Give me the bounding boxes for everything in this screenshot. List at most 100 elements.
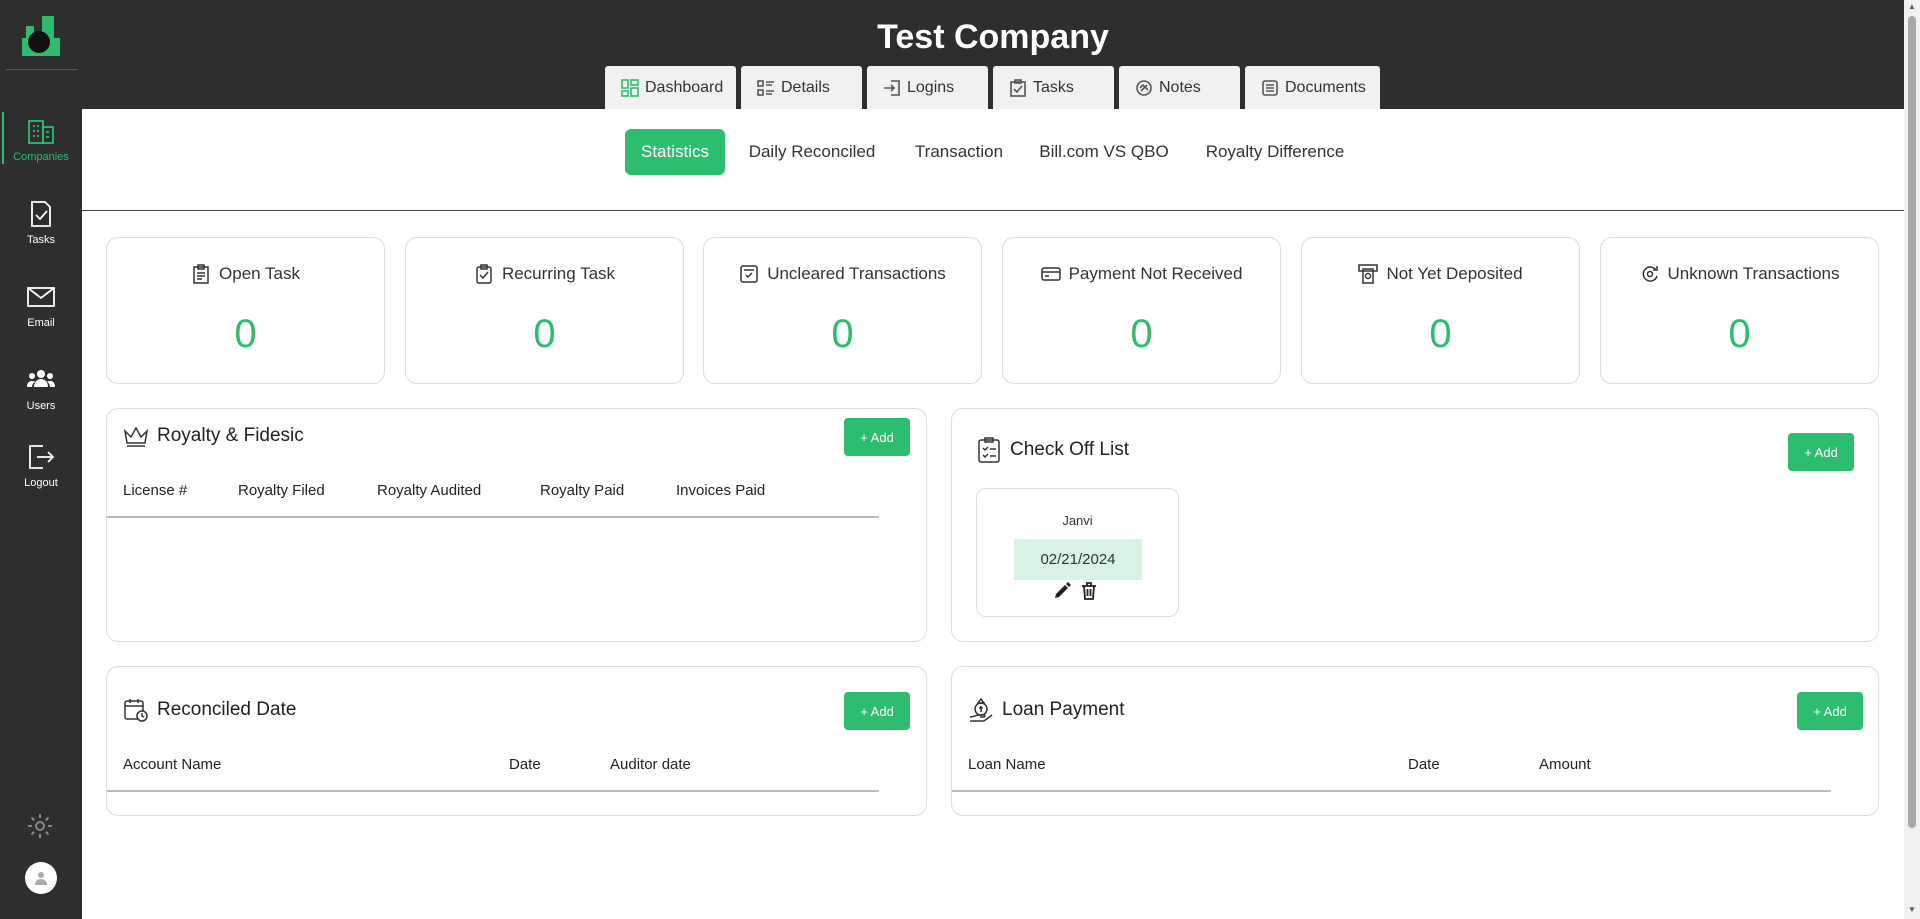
- add-reconciled-button[interactable]: + Add: [844, 692, 910, 730]
- sidebar-item-logout[interactable]: Logout: [0, 438, 82, 500]
- stat-value: 0: [1130, 312, 1153, 356]
- section-divider: [82, 210, 1904, 211]
- scroll-up-icon[interactable]: ▲: [1908, 3, 1916, 11]
- loan-panel: Loan Payment + Add Loan Name Date Amount: [951, 666, 1879, 816]
- column-header: Amount: [1539, 756, 1591, 773]
- company-logo-icon[interactable]: [20, 14, 62, 58]
- tab-label: Details: [781, 78, 830, 96]
- stat-card-payment-not-received[interactable]: Payment Not Received 0: [1002, 237, 1281, 384]
- sidebar-item-tasks[interactable]: Tasks: [0, 195, 82, 257]
- add-checkoff-button[interactable]: + Add: [1788, 433, 1854, 471]
- subtab-transaction[interactable]: Transaction: [904, 129, 1014, 175]
- stat-card-open-task[interactable]: Open Task 0: [106, 237, 385, 384]
- tab-tasks[interactable]: Tasks: [993, 66, 1114, 109]
- logout-icon: [29, 445, 55, 469]
- column-header: Royalty Paid: [540, 482, 625, 499]
- sidebar-item-users[interactable]: Users: [0, 361, 82, 423]
- stat-value: 0: [533, 312, 556, 356]
- stat-card-recurring-task[interactable]: Recurring Task 0: [405, 237, 684, 384]
- stat-card-unknown-transactions[interactable]: Unknown Transactions 0: [1600, 237, 1879, 384]
- stat-title: Uncleared Transactions: [767, 264, 946, 283]
- column-header: Date: [1408, 756, 1440, 773]
- panel-title: Reconciled Date: [157, 699, 297, 720]
- tab-notes[interactable]: Notes: [1119, 66, 1240, 109]
- sidebar-divider: [6, 69, 78, 70]
- sidebar-item-label: Tasks: [26, 234, 56, 246]
- stat-title: Not Yet Deposited: [1386, 264, 1523, 283]
- tab-label: Dashboard: [645, 78, 724, 96]
- panel-title: Loan Payment: [1002, 699, 1125, 720]
- sidebar-item-label: Email: [27, 317, 55, 329]
- tab-documents[interactable]: Documents: [1245, 66, 1380, 109]
- clipboard-icon: [193, 264, 209, 284]
- checklist-icon: [978, 437, 1000, 463]
- tab-logins[interactable]: Logins: [867, 66, 988, 109]
- royalty-panel: Royalty & Fidesic + Add License # Royalt…: [106, 408, 927, 642]
- stat-value: 0: [1728, 312, 1751, 356]
- column-header: Loan Name: [968, 756, 1046, 773]
- column-header: Royalty Audited: [377, 482, 482, 499]
- scroll-thumb[interactable]: [1908, 16, 1916, 828]
- buildings-icon: [28, 120, 54, 144]
- sidebar-item-label: Users: [26, 400, 56, 412]
- header: Test Company Dashboard Details Logins Ta…: [82, 0, 1904, 109]
- column-header: License #: [123, 482, 188, 499]
- table-divider: [107, 790, 879, 792]
- crown-icon: [123, 426, 149, 447]
- gear-icon[interactable]: [26, 812, 54, 840]
- subtab-royalty-difference[interactable]: Royalty Difference: [1194, 129, 1356, 175]
- list-check-icon: [740, 265, 758, 283]
- column-header: Account Name: [123, 756, 222, 773]
- tab-label: Logins: [907, 78, 955, 96]
- add-loan-button[interactable]: + Add: [1797, 692, 1863, 730]
- clipboard-check-icon: [476, 264, 492, 284]
- panel-title: Check Off List: [1010, 439, 1129, 460]
- checkoff-date: 02/21/2024: [1014, 539, 1142, 580]
- sidebar: Companies Tasks Email Users Logout: [0, 0, 82, 919]
- details-list-icon: [757, 79, 774, 96]
- column-header: Date: [509, 756, 541, 773]
- stat-title: Open Task: [219, 264, 300, 283]
- documents-icon: [1262, 79, 1278, 96]
- stat-card-uncleared-transactions[interactable]: Uncleared Transactions 0: [703, 237, 982, 384]
- subtab-statistics[interactable]: Statistics: [625, 129, 725, 175]
- panel-title: Royalty & Fidesic: [157, 425, 304, 446]
- dashboard-icon: [621, 78, 639, 97]
- reconciled-panel: Reconciled Date + Add Account Name Date …: [106, 666, 927, 816]
- task-icon: [31, 201, 51, 227]
- stat-card-not-yet-deposited[interactable]: Not Yet Deposited 0: [1301, 237, 1580, 384]
- stat-title: Unknown Transactions: [1667, 264, 1840, 283]
- clipboard-check-icon: [1010, 78, 1026, 97]
- user-avatar-icon: [35, 872, 47, 885]
- scroll-down-icon[interactable]: ▼: [1908, 906, 1916, 914]
- calendar-clock-icon: [124, 699, 148, 722]
- money-hand-icon: [969, 697, 993, 722]
- column-header: Royalty Filed: [238, 482, 325, 499]
- tab-details[interactable]: Details: [741, 66, 862, 109]
- users-icon: [27, 370, 55, 387]
- sidebar-item-label: Companies: [13, 151, 69, 163]
- stat-value: 0: [831, 312, 854, 356]
- tab-dashboard[interactable]: Dashboard: [605, 66, 736, 109]
- login-icon: [884, 79, 900, 96]
- deposit-icon: [1358, 264, 1379, 284]
- credit-card-icon: [1040, 267, 1061, 281]
- stat-value: 0: [234, 312, 257, 356]
- page-title: Test Company: [877, 18, 1109, 56]
- column-header: Invoices Paid: [676, 482, 766, 499]
- tab-label: Notes: [1159, 78, 1201, 96]
- subtab-billcom-vs-qbo[interactable]: Bill.com VS QBO: [1034, 129, 1174, 175]
- sidebar-item-email[interactable]: Email: [0, 278, 82, 340]
- pencil-icon[interactable]: [1052, 581, 1072, 601]
- avatar[interactable]: [25, 862, 57, 894]
- add-royalty-button[interactable]: + Add: [844, 418, 910, 456]
- subtab-daily-reconciled[interactable]: Daily Reconciled: [740, 129, 884, 175]
- sidebar-item-companies[interactable]: Companies: [0, 112, 82, 174]
- checkoff-item: Janvi 02/21/2024: [976, 488, 1179, 617]
- scrollbar[interactable]: ▲ ▼: [1904, 0, 1920, 919]
- checkoff-name: Janvi: [1062, 513, 1093, 528]
- stat-title: Payment Not Received: [1068, 264, 1243, 283]
- sidebar-item-label: Logout: [24, 477, 58, 489]
- trash-icon[interactable]: [1079, 581, 1099, 601]
- table-divider: [107, 516, 879, 518]
